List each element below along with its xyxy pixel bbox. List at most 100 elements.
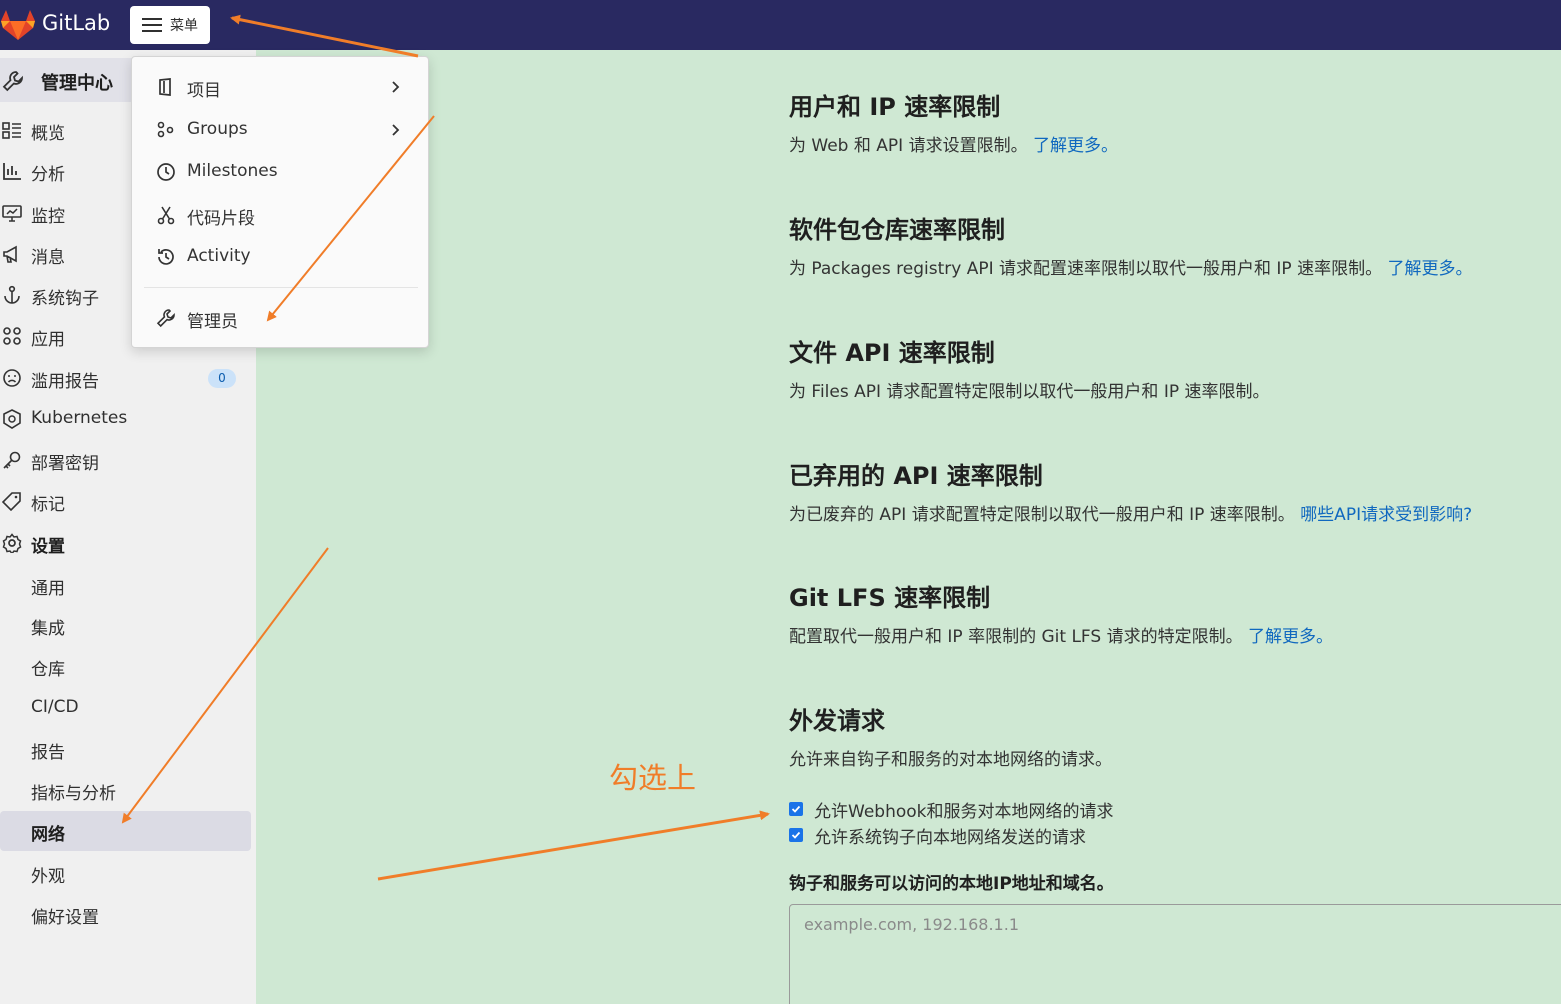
brand-name[interactable]: GitLab <box>42 11 110 35</box>
section-title: 文件 API 速率限制 <box>789 339 995 367</box>
allow-system-hooks-local-checkbox[interactable] <box>789 828 803 842</box>
sidebar-item-label: 消息 <box>31 248 65 268</box>
section-title: 已弃用的 API 速率限制 <box>789 462 1043 490</box>
sidebar-item-settings[interactable]: 设置 <box>0 523 256 563</box>
sidebar-header-title: 管理中心 <box>41 73 113 94</box>
menu-item-label: Groups <box>187 119 248 139</box>
chevron-right-icon <box>392 81 400 93</box>
sidebar-item-kubernetes[interactable]: Kubernetes <box>0 399 256 439</box>
sidebar-subitem-network[interactable]: 网络 <box>0 811 251 851</box>
menu-item-admin[interactable]: 管理员 <box>132 298 428 338</box>
section-description: 为 Packages registry API 请求配置速率限制以取代一般用户和… <box>789 254 1472 279</box>
section-description: 为 Web 和 API 请求设置限制。 了解更多。 <box>789 131 1118 156</box>
section-description: 为 Files API 请求配置特定限制以取代一般用户和 IP 速率限制。 <box>789 377 1269 402</box>
key-icon <box>3 451 21 469</box>
menu-item-label: 代码片段 <box>187 209 255 229</box>
section-title: Git LFS 速率限制 <box>789 584 991 612</box>
sidebar-subitem-repository[interactable]: 仓库 <box>0 646 256 686</box>
sidebar-subitem-label: 偏好设置 <box>31 908 99 928</box>
sidebar-item-label: 标记 <box>31 495 65 515</box>
sidebar-item-label: 概览 <box>31 124 65 144</box>
sidebar-subitem-appearance[interactable]: 外观 <box>0 853 256 893</box>
group-icon <box>157 121 174 138</box>
kubernetes-icon <box>3 409 21 429</box>
hamburger-icon <box>142 18 162 32</box>
section-desc-text: 为 Web 和 API 请求设置限制。 <box>789 136 1028 156</box>
main-menu-dropdown: 项目 Groups Milestones 代码片段 Activity 管理员 <box>131 56 429 348</box>
menu-item-milestones[interactable]: Milestones <box>132 152 428 192</box>
sidebar-item-label: 滥用报告 <box>31 372 99 392</box>
checkbox-row[interactable]: 允许系统钩子向本地网络发送的请求 <box>789 823 1086 848</box>
annotation-text: 勾选上 <box>609 761 697 795</box>
section-desc-text: 为 Files API 请求配置特定限制以取代一般用户和 IP 速率限制。 <box>789 382 1270 402</box>
textarea-placeholder: example.com, 192.168.1.1 <box>804 915 1019 934</box>
learn-more-link[interactable]: 了解更多。 <box>1387 259 1472 279</box>
sidebar-subitem-cicd[interactable]: CI/CD <box>0 688 256 728</box>
sidebar-subitem-preferences[interactable]: 偏好设置 <box>0 894 256 934</box>
sidebar-subitem-metrics[interactable]: 指标与分析 <box>0 770 256 810</box>
gitlab-logo-icon[interactable] <box>0 8 36 42</box>
menu-divider <box>144 287 418 288</box>
menu-item-projects[interactable]: 项目 <box>132 67 428 107</box>
section-desc-text: 允许来自钩子和服务的对本地网络的请求。 <box>789 750 1112 770</box>
section-description: 允许来自钩子和服务的对本地网络的请求。 <box>789 745 1112 770</box>
section-desc-text: 配置取代一般用户和 IP 率限制的 Git LFS 请求的特定限制。 <box>789 627 1243 647</box>
menu-item-groups[interactable]: Groups <box>132 110 428 150</box>
menu-item-label: Milestones <box>187 161 278 181</box>
overview-icon <box>2 122 21 139</box>
top-bar: GitLab 菜单 <box>0 0 1561 50</box>
sidebar-subitem-general[interactable]: 通用 <box>0 565 256 605</box>
sidebar-item-label: 系统钩子 <box>31 289 99 309</box>
sidebar-subitem-integrations[interactable]: 集成 <box>0 605 256 645</box>
affected-requests-link[interactable]: 哪些API请求受到影响? <box>1300 505 1472 525</box>
checkmark-icon <box>791 805 801 813</box>
sidebar-subitem-label: CI/CD <box>31 697 79 717</box>
section-title: 外发请求 <box>789 707 885 735</box>
sidebar-item-label: 分析 <box>31 165 65 185</box>
sidebar-subitem-label: 仓库 <box>31 660 65 680</box>
checkbox-label[interactable]: 允许Webhook和服务对本地网络的请求 <box>814 797 1113 822</box>
menu-button[interactable]: 菜单 <box>130 6 210 44</box>
sidebar-item-label: Kubernetes <box>31 408 128 428</box>
menu-label: 菜单 <box>170 18 198 34</box>
sidebar-subitem-label: 指标与分析 <box>31 784 116 804</box>
sidebar-item-abuse-reports[interactable]: 滥用报告 0 <box>0 358 256 398</box>
allow-webhook-local-checkbox[interactable] <box>789 802 803 816</box>
section-description: 为已废弃的 API 请求配置特定限制以取代一般用户和 IP 速率限制。 哪些AP… <box>789 500 1472 525</box>
section-title: 软件包仓库速率限制 <box>789 216 1005 244</box>
menu-item-snippets[interactable]: 代码片段 <box>132 195 428 235</box>
sidebar-subitem-label: 外观 <box>31 867 65 887</box>
allowlist-label: 钩子和服务可以访问的本地IP地址和域名。 <box>789 874 1114 894</box>
sidebar-item-labels[interactable]: 标记 <box>0 481 256 521</box>
section-title: 用户和 IP 速率限制 <box>789 93 1001 121</box>
anchor-icon <box>4 285 20 304</box>
section-desc-text: 为已废弃的 API 请求配置特定限制以取代一般用户和 IP 速率限制。 <box>789 505 1295 525</box>
sidebar-item-label: 设置 <box>31 537 65 557</box>
sidebar-item-label: 部署密钥 <box>31 454 99 474</box>
learn-more-link[interactable]: 了解更多。 <box>1248 627 1333 647</box>
sidebar-subitem-reporting[interactable]: 报告 <box>0 729 256 769</box>
checkbox-row[interactable]: 允许Webhook和服务对本地网络的请求 <box>789 797 1113 822</box>
learn-more-link[interactable]: 了解更多。 <box>1033 136 1118 156</box>
scissors-icon <box>157 206 175 225</box>
count-badge: 0 <box>208 369 236 388</box>
section-description: 配置取代一般用户和 IP 率限制的 Git LFS 请求的特定限制。 了解更多。 <box>789 622 1333 647</box>
sidebar-subitem-label: 通用 <box>31 579 65 599</box>
megaphone-icon <box>3 245 17 263</box>
sidebar-subitem-label: 集成 <box>31 619 65 639</box>
section-desc-text: 为 Packages registry API 请求配置速率限制以取代一般用户和… <box>789 259 1383 279</box>
apps-icon <box>3 327 21 345</box>
sidebar-subitem-label: 报告 <box>31 743 65 763</box>
sidebar-subitem-label: 网络 <box>31 825 65 845</box>
monitor-icon <box>2 205 22 222</box>
checkmark-icon <box>791 831 801 839</box>
label-icon <box>2 492 21 511</box>
chevron-right-icon <box>392 124 400 136</box>
checkbox-label[interactable]: 允许系统钩子向本地网络发送的请求 <box>814 823 1086 848</box>
sidebar-item-deploy-keys[interactable]: 部署密钥 <box>0 440 256 480</box>
sidebar-item-label: 应用 <box>31 330 65 350</box>
menu-item-activity[interactable]: Activity <box>132 237 428 277</box>
allowlist-textarea[interactable]: example.com, 192.168.1.1 <box>789 904 1561 1004</box>
settings-icon <box>2 533 22 553</box>
menu-item-label: Activity <box>187 246 251 266</box>
